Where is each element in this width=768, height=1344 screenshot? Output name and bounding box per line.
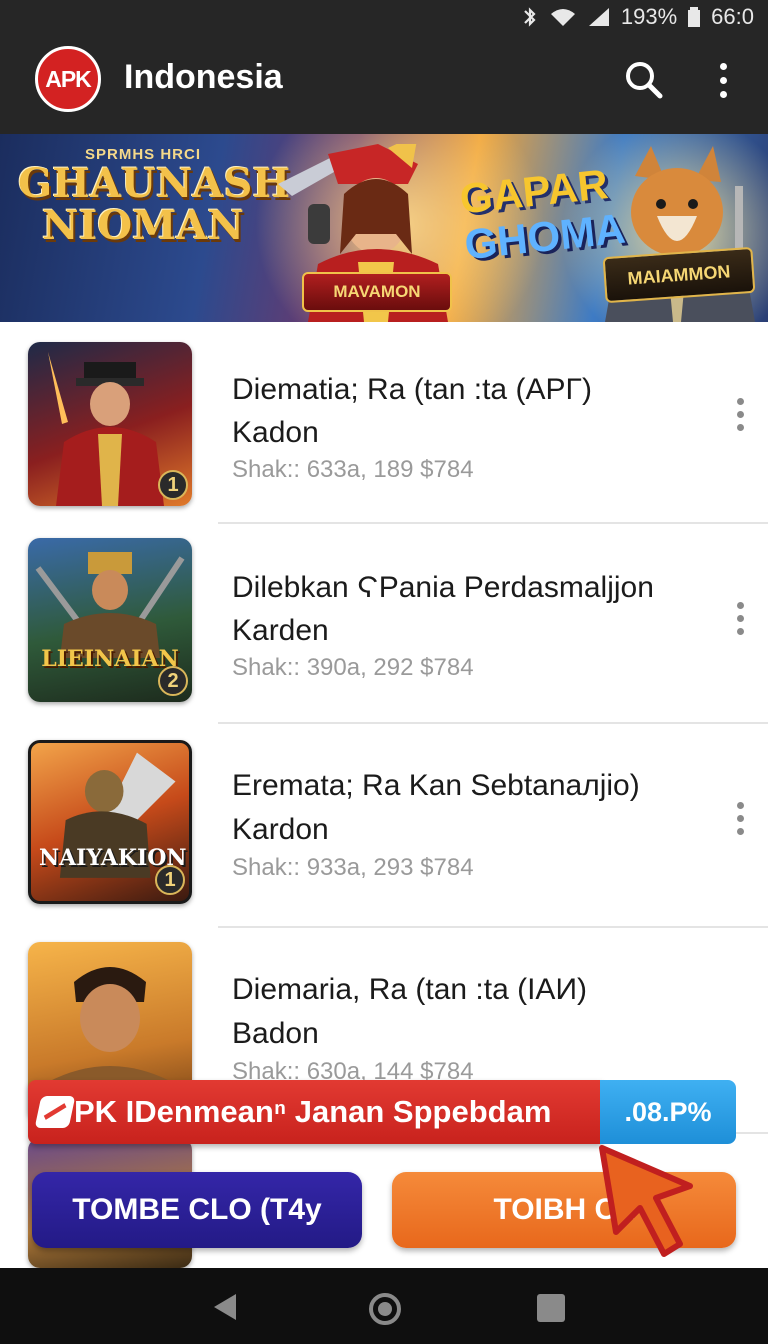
app-bar: APK Indonesia <box>0 34 768 134</box>
menu-dot <box>719 76 727 84</box>
promo-tag-icon <box>34 1096 76 1128</box>
apk-logo[interactable]: APK <box>35 46 101 112</box>
menu-dot <box>736 627 744 635</box>
app-thumbnail[interactable]: 1 <box>28 342 192 506</box>
app-thumbnail[interactable]: NAIYAKION 1 <box>28 740 192 904</box>
wifi-icon <box>550 9 575 26</box>
recents-icon[interactable] <box>537 1294 565 1322</box>
rank-badge: 1 <box>155 865 185 895</box>
clock: 66:0 <box>711 4 754 29</box>
app-title: Diematia; Ra (tan :ta (APΓ) <box>232 373 592 406</box>
thumbnail-title: LIEINAIAN <box>41 646 179 672</box>
search-icon <box>626 62 663 99</box>
banner-left-title: SPRMHS HRCI GHAUNASH NIOMAN <box>18 146 291 249</box>
signal-icon <box>588 8 609 26</box>
app-developer: Kadon <box>232 416 319 449</box>
banner-title-line1: GHAUNASH <box>18 160 291 207</box>
app-title: Erematа; Ra Kan Sebtanaлjio) <box>232 769 640 802</box>
menu-dot <box>736 410 744 418</box>
battery-percent: 193% <box>620 4 678 29</box>
app-title: Dilebkan ϚPania Perdasmaljjon <box>232 571 654 604</box>
banner-center-badge: MAVAMON <box>302 272 452 312</box>
thumbnail-title: NAIYAKION <box>39 845 187 871</box>
app-thumbnail[interactable]: LIEINAIAN 2 <box>28 538 192 702</box>
app-meta: Shak:: 633a, 189 $784 <box>232 456 474 483</box>
menu-dot <box>736 827 744 835</box>
home-icon[interactable] <box>369 1293 401 1325</box>
menu-dot <box>736 423 744 431</box>
list-item[interactable]: 1 Diematia; Ra (tan :ta (APΓ) Kadon Shak… <box>0 322 768 524</box>
menu-dot <box>736 801 744 809</box>
menu-dot <box>719 90 727 98</box>
app-meta: Shak:: 933a, 293 $784 <box>232 854 474 881</box>
menu-dot <box>736 614 744 622</box>
status-icons: 193% 66:0 <box>521 2 754 32</box>
battery-icon <box>688 7 701 27</box>
list-item[interactable]: LIEINAIAN 2 Dilebkan ϚPania Perdasmaljjo… <box>0 524 768 724</box>
app-developer: Kardon <box>232 813 329 846</box>
primary-action-button[interactable]: TOMBE CLO (T4y <box>32 1172 362 1248</box>
app-title: Indonesia <box>124 58 283 96</box>
overflow-menu-button[interactable] <box>706 58 740 102</box>
item-overflow-button[interactable] <box>727 394 753 434</box>
item-overflow-button[interactable] <box>727 598 753 638</box>
system-nav-bar <box>0 1268 768 1344</box>
promo-discount-pill[interactable]: .08.P% <box>600 1080 736 1144</box>
status-bar: 193% 66:0 <box>0 0 768 34</box>
app-developer: Karden <box>232 614 329 647</box>
app-developer: Badon <box>232 1017 319 1050</box>
banner-title-line2: NIOMAN <box>42 202 244 249</box>
rank-badge: 2 <box>158 666 188 696</box>
app-meta: Shak:: 390a, 292 $784 <box>232 654 474 681</box>
promo-text: PK IDenmeanⁿ Janan Sppebdam <box>74 1094 552 1129</box>
search-button[interactable] <box>622 58 666 102</box>
item-overflow-button[interactable] <box>727 798 753 838</box>
menu-dot <box>736 814 744 822</box>
menu-dot <box>736 601 744 609</box>
rank-badge: 1 <box>158 470 188 500</box>
app-title: Diemaria, Ra (tan :ta (IAИ) <box>232 973 587 1006</box>
list-item[interactable]: NAIYAKION 1 Erematа; Ra Kan Sebtanaлjio)… <box>0 724 768 928</box>
back-icon[interactable] <box>212 1292 238 1322</box>
menu-dot <box>736 397 744 405</box>
pointer-arrow-icon <box>599 1145 693 1257</box>
promo-banner[interactable]: PK IDenmeanⁿ Janan Sppebdam <box>28 1080 602 1144</box>
bluetooth-icon <box>524 7 536 27</box>
menu-dot <box>719 62 727 70</box>
featured-banner[interactable]: SPRMHS HRCI GHAUNASH NIOMAN MAVAMON GAPA… <box>0 134 768 322</box>
